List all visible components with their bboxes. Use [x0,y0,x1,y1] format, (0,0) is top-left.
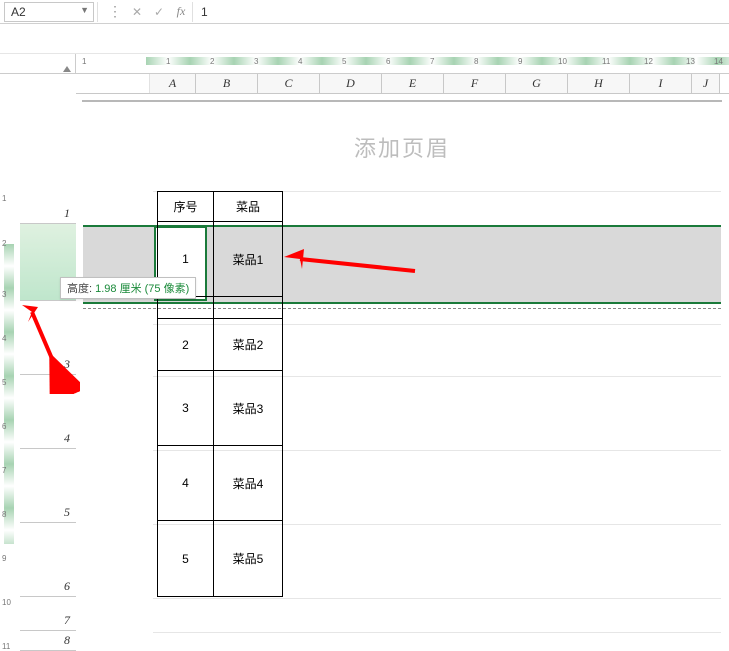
x-icon: ✕ [132,5,142,19]
vruler-num: 5 [2,378,6,387]
cell-empty[interactable] [158,297,214,319]
cell-no[interactable]: 2 [158,319,214,371]
name-box-value: A2 [11,5,26,19]
table-row: 3 菜品3 [158,371,282,446]
th-no[interactable]: 序号 [158,192,214,222]
gridline-h [153,598,721,599]
ruler-num: 13 [686,57,695,66]
confirm-button[interactable]: ✓ [148,2,170,22]
ruler-num: 1 [166,57,170,66]
col-header-e[interactable]: E [382,74,444,93]
col-header-c[interactable]: C [258,74,320,93]
vruler-num: 4 [2,334,6,343]
column-headers: A B C D E F G H I J [76,74,729,94]
chevron-down-icon[interactable]: ▼ [80,5,89,15]
ruler-num: 6 [386,57,390,66]
cell-name[interactable]: 菜品3 [214,371,282,446]
col-header-gutter [76,74,150,93]
drag-handle-icon[interactable]: ⋮ [108,3,122,20]
cell-no[interactable]: 5 [158,521,214,596]
col-header-f[interactable]: F [444,74,506,93]
ruler-num: 14 [714,57,723,66]
vruler-num: 1 [2,194,6,203]
vruler-num: 3 [2,290,6,299]
page[interactable]: 添加页眉 [82,100,722,102]
check-icon: ✓ [154,5,164,19]
col-header-j[interactable]: J [692,74,720,93]
ruler-highlight [146,57,729,65]
vruler-num: 7 [2,466,6,475]
vruler-num: 8 [2,510,6,519]
tooltip-value: 1.98 厘米 (75 像素) [95,283,189,295]
formula-bar: A2 ▼ ⋮ ✕ ✓ fx 1 [0,0,729,24]
data-table: 序号 菜品 1 菜品1 2 菜品2 3 菜品3 [157,191,283,597]
row-height-tooltip: 高度: 1.98 厘米 (75 像素) [60,277,196,299]
ruler-num: 11 [602,57,610,66]
ruler-num: 10 [558,57,567,66]
fx-label: fx [177,4,186,19]
fx-button[interactable]: fx [170,2,192,22]
cell-name[interactable]: 菜品4 [214,446,282,521]
vruler-highlight [4,244,14,544]
cell-name[interactable]: 菜品5 [214,521,282,596]
ruler-num: 4 [298,57,302,66]
vruler-num: 6 [2,422,6,431]
col-header-g[interactable]: G [506,74,568,93]
cell-no[interactable]: 4 [158,446,214,521]
ruler-num: 8 [474,57,478,66]
name-box[interactable]: A2 ▼ [4,2,94,22]
vruler-num: 9 [2,554,6,563]
annotation-arrow-right [280,249,420,279]
col-header-a[interactable]: A [150,74,196,93]
indent-marker-icon[interactable] [63,66,71,72]
horizontal-ruler[interactable]: 1 1 2 3 4 5 6 7 8 9 10 11 12 13 14 [76,54,729,74]
row-header-5[interactable]: 5 [20,449,76,523]
ruler-num: 2 [210,57,214,66]
table-gap-row [158,297,282,319]
ruler-num: 3 [254,57,258,66]
cell-name[interactable]: 菜品1 [214,222,282,297]
table-row: 5 菜品5 [158,521,282,596]
vruler-num: 2 [2,239,6,248]
table-row: 2 菜品2 [158,319,282,371]
col-header-d[interactable]: D [320,74,382,93]
vruler-num: 10 [2,598,11,607]
col-header-h[interactable]: H [568,74,630,93]
ruler-corner [0,54,76,74]
ruler-num: 12 [644,57,653,66]
row-header-8[interactable]: 8 [20,631,76,651]
cell-name[interactable]: 菜品2 [214,319,282,371]
col-header-b[interactable]: B [196,74,258,93]
separator [97,2,101,22]
table-header-row: 序号 菜品 [158,192,282,222]
ruler-num: 7 [430,57,434,66]
ruler-num: 5 [342,57,346,66]
ruler-num: 1 [82,57,86,66]
horizontal-ruler-row: 1 1 2 3 4 5 6 7 8 9 10 11 12 13 14 [0,54,729,74]
formula-input[interactable]: 1 [192,2,729,22]
th-name[interactable]: 菜品 [214,192,282,222]
table-row: 4 菜品4 [158,446,282,521]
row-header-7[interactable]: 7 [20,597,76,631]
formula-value: 1 [201,5,208,19]
cell-empty[interactable] [214,297,282,319]
col-header-i[interactable]: I [630,74,692,93]
row-header-1[interactable]: 1 [20,190,76,224]
cancel-button[interactable]: ✕ [126,2,148,22]
toolbar-spacer [0,24,729,54]
tooltip-prefix: 高度: [67,283,95,295]
ruler-num: 9 [518,57,522,66]
gridline-h [153,632,721,633]
page-header-placeholder[interactable]: 添加页眉 [83,131,721,163]
annotation-arrow-left [20,304,80,394]
cell-no[interactable]: 3 [158,371,214,446]
row-header-6[interactable]: 6 [20,523,76,597]
vruler-num: 11 [2,642,10,651]
